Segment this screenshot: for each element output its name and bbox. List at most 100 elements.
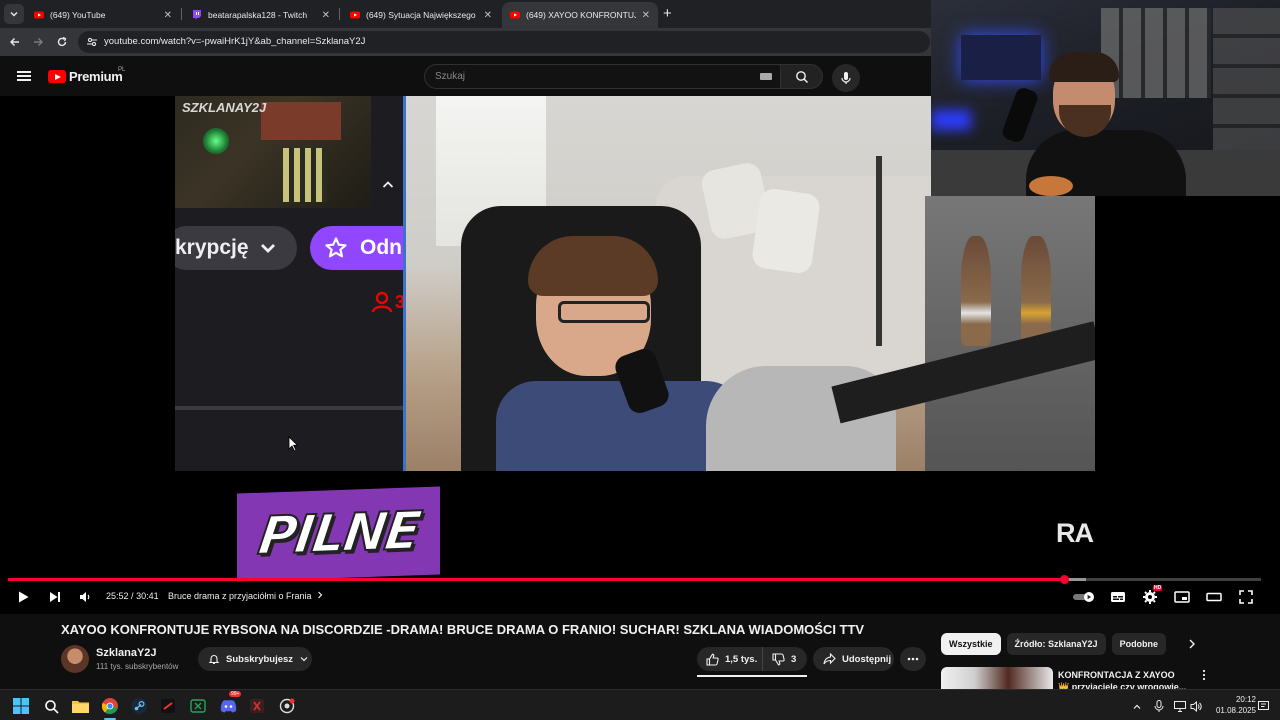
channel-avatar[interactable]: [61, 645, 89, 673]
tab-divider: [339, 8, 340, 20]
settings-button[interactable]: HD: [1141, 585, 1163, 606]
forward-icon[interactable]: [30, 34, 46, 50]
chevron-right-icon[interactable]: [1186, 638, 1198, 650]
fullscreen-button[interactable]: [1237, 588, 1255, 606]
tab-close-icon[interactable]: ✕: [322, 10, 330, 21]
channel-name[interactable]: SzklanaY2J: [96, 647, 157, 659]
shelf: [1213, 8, 1280, 168]
taskbar-search-icon[interactable]: [41, 696, 61, 716]
search-input[interactable]: Szukaj: [424, 64, 780, 89]
hd-badge: HD: [1153, 585, 1163, 591]
voice-search-button[interactable]: [832, 64, 860, 92]
volume-tray-icon[interactable]: [1190, 699, 1202, 717]
subtitles-button[interactable]: [1109, 588, 1127, 606]
subscribed-label: Subskrybujesz: [226, 653, 294, 665]
tab-search-button[interactable]: [4, 4, 24, 24]
more-vertical-icon[interactable]: [1198, 669, 1210, 681]
site-info-icon[interactable]: [86, 36, 98, 48]
person-glasses: [558, 301, 650, 323]
recommendation-title[interactable]: KONFRONTACJA Z XAYOO 👑 przyjaciele czy w…: [1058, 669, 1188, 691]
chapter-button[interactable]: Bruce drama z przyjaciółmi o Frania: [168, 591, 324, 601]
chevron-right-icon: [318, 591, 323, 599]
star-icon: [325, 237, 347, 258]
search-placeholder: Szukaj: [435, 71, 466, 82]
twitch-follow-pill: Odn: [310, 226, 403, 270]
mute-button[interactable]: [76, 588, 94, 606]
xbox-app-icon[interactable]: [188, 696, 208, 716]
steam-icon[interactable]: [129, 696, 149, 716]
fullscreen-icon: [1239, 590, 1253, 604]
tab-close-icon[interactable]: ✕: [642, 10, 650, 21]
chip-all[interactable]: Wszystkie: [941, 633, 1001, 655]
progress-bar[interactable]: [8, 575, 1261, 584]
panel-divider: [175, 406, 403, 410]
browser-tab-twitch[interactable]: beatarapalska128 - Twitch ✕: [184, 2, 338, 28]
back-icon[interactable]: [7, 34, 23, 50]
url-text: youtube.com/watch?v=-pwaiHrK1jY&ab_chann…: [104, 36, 366, 47]
dislike-button[interactable]: 3: [763, 652, 796, 666]
file-explorer-icon[interactable]: [70, 696, 90, 716]
play-button[interactable]: [14, 588, 32, 606]
tab-title: (649) XAYOO KONFRONTUJE R...: [526, 10, 636, 20]
windows-start-icon[interactable]: [11, 696, 31, 716]
miniplayer-button[interactable]: [1173, 588, 1191, 606]
played-bar: [8, 578, 1065, 581]
tab-close-icon[interactable]: ✕: [484, 10, 492, 21]
twitch-subscribe-pill: krypcję: [175, 226, 297, 270]
menu-icon[interactable]: [17, 71, 31, 81]
skip-next-icon: [50, 592, 60, 602]
youtube-logo-icon[interactable]: [48, 70, 66, 83]
new-tab-icon[interactable]: +: [663, 5, 672, 22]
keyboard-icon[interactable]: [760, 73, 772, 80]
chess-piece-decor: [1021, 236, 1051, 346]
address-bar[interactable]: youtube.com/watch?v=-pwaiHrK1jY&ab_chann…: [78, 31, 930, 53]
stream-thumbnail: SZKLANAY2J: [175, 96, 371, 208]
theater-mode-button[interactable]: [1205, 588, 1223, 606]
recommendation-filter-chips: Wszystkie Źródło: SzklanaY2J Podobne: [941, 633, 1167, 655]
like-button[interactable]: 1,5 tys.: [697, 647, 763, 671]
discord-icon[interactable]: 99+: [218, 691, 242, 716]
thumbs-up-icon: [706, 653, 719, 666]
tab-close-icon[interactable]: ✕: [164, 10, 172, 21]
chip-from-channel[interactable]: Źródło: SzklanaY2J: [1006, 633, 1106, 655]
like-underline: [697, 675, 807, 677]
tab-title: beatarapalska128 - Twitch: [208, 10, 308, 20]
streamer-hair: [1049, 52, 1119, 82]
browser-tab-active[interactable]: (649) XAYOO KONFRONTUJE R... ✕: [502, 2, 658, 28]
recommendation-thumbnail[interactable]: [941, 667, 1053, 691]
clock-time: 20:12: [1235, 695, 1256, 704]
tray-microphone-icon[interactable]: [1154, 699, 1164, 717]
video-title: XAYOO KONFRONTUJE RYBSONA NA DISCORDZIE …: [61, 622, 865, 637]
next-button[interactable]: [46, 588, 64, 606]
more-actions-button[interactable]: [900, 647, 926, 671]
network-icon[interactable]: [1174, 699, 1186, 717]
system-clock[interactable]: 20:12 01.08.2025: [1206, 694, 1256, 716]
chip-related[interactable]: Podobne: [1111, 633, 1167, 655]
tab-title: (649) Sytuacja Największego O...: [366, 10, 478, 20]
share-button[interactable]: Udostępnij: [813, 647, 894, 671]
current-time: 25:52: [106, 591, 129, 601]
reload-icon[interactable]: [54, 34, 70, 50]
browser-tab-youtube-2[interactable]: (649) Sytuacja Największego O... ✕: [342, 2, 500, 28]
notifications-icon[interactable]: [1258, 699, 1269, 717]
chevron-down-icon: [10, 12, 18, 17]
chrome-icon[interactable]: [100, 696, 120, 716]
subscriber-count: 111 tys. subskrybentów: [96, 662, 179, 671]
mouse-cursor-icon: [288, 436, 298, 452]
youtube-brand[interactable]: Premium: [69, 69, 123, 84]
stream-watermark: SZKLANAY2J: [182, 100, 267, 115]
app-icon-game[interactable]: [247, 696, 267, 716]
windows-taskbar: 99+ 20:12 01.08.2025: [0, 689, 1280, 720]
search-icon: [795, 70, 808, 83]
subscribed-button[interactable]: Subskrybujesz: [198, 647, 312, 671]
autoplay-toggle[interactable]: [1072, 588, 1096, 606]
floor-lamp: [876, 156, 882, 346]
search-button[interactable]: [780, 64, 823, 89]
app-icon-red[interactable]: [158, 696, 178, 716]
duration: 30:41: [136, 591, 159, 601]
tray-expand-icon[interactable]: [1132, 699, 1142, 717]
app-icon-circle[interactable]: [277, 696, 297, 716]
volume-icon: [80, 592, 90, 602]
browser-tab-youtube[interactable]: (649) YouTube ✕: [26, 2, 180, 28]
shelf-box: [261, 102, 341, 140]
